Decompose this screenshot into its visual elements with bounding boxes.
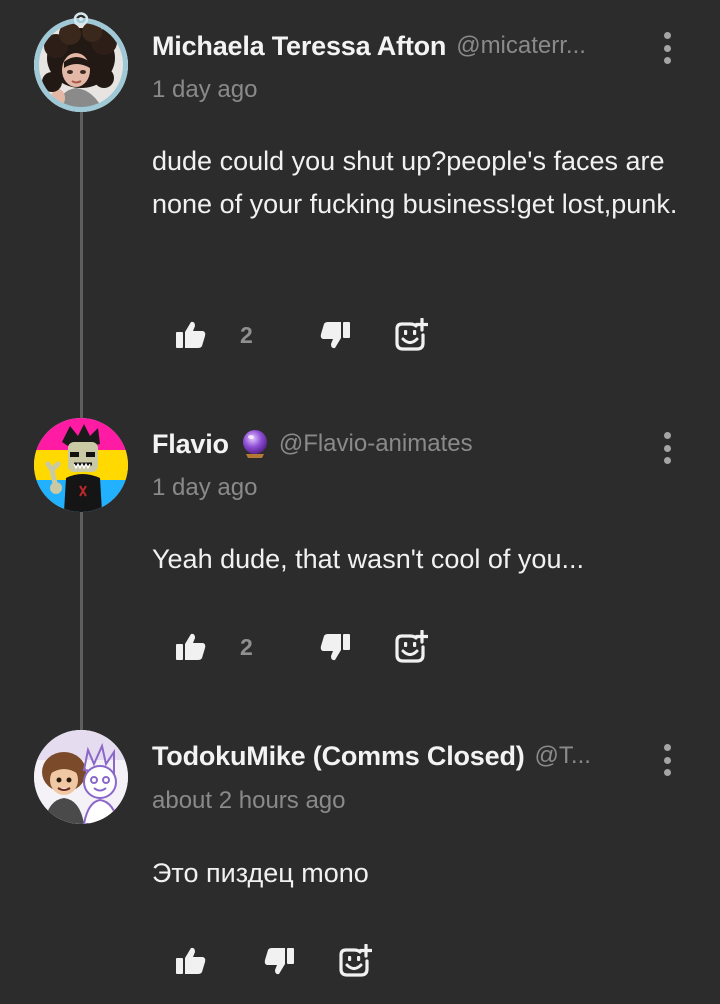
add-reaction-button[interactable]: [338, 944, 372, 978]
author-handle[interactable]: @T...: [535, 742, 591, 770]
comment-header: TodokuMike (Comms Closed) @T...: [152, 736, 638, 776]
like-button[interactable]: [174, 944, 208, 978]
more-options-button[interactable]: [654, 740, 680, 780]
add-reaction-icon: [339, 944, 372, 977]
timestamp: about 2 hours ago: [152, 787, 346, 814]
author-name[interactable]: TodokuMike (Comms Closed): [152, 741, 525, 772]
avatar-image: [34, 730, 128, 824]
thumbs-up-icon: [176, 947, 206, 974]
avatar[interactable]: [34, 730, 128, 824]
more-vertical-icon: [663, 744, 671, 751]
thumbs-down-icon: [264, 948, 294, 975]
dislike-button[interactable]: [262, 944, 296, 978]
comment-text: Это пиздец mono: [152, 858, 369, 888]
comment-thread: Michaela Teressa Afton @micaterr... 1 da…: [0, 0, 720, 1004]
comment-item: TodokuMike (Comms Closed) @T... about 2 …: [0, 0, 720, 1004]
